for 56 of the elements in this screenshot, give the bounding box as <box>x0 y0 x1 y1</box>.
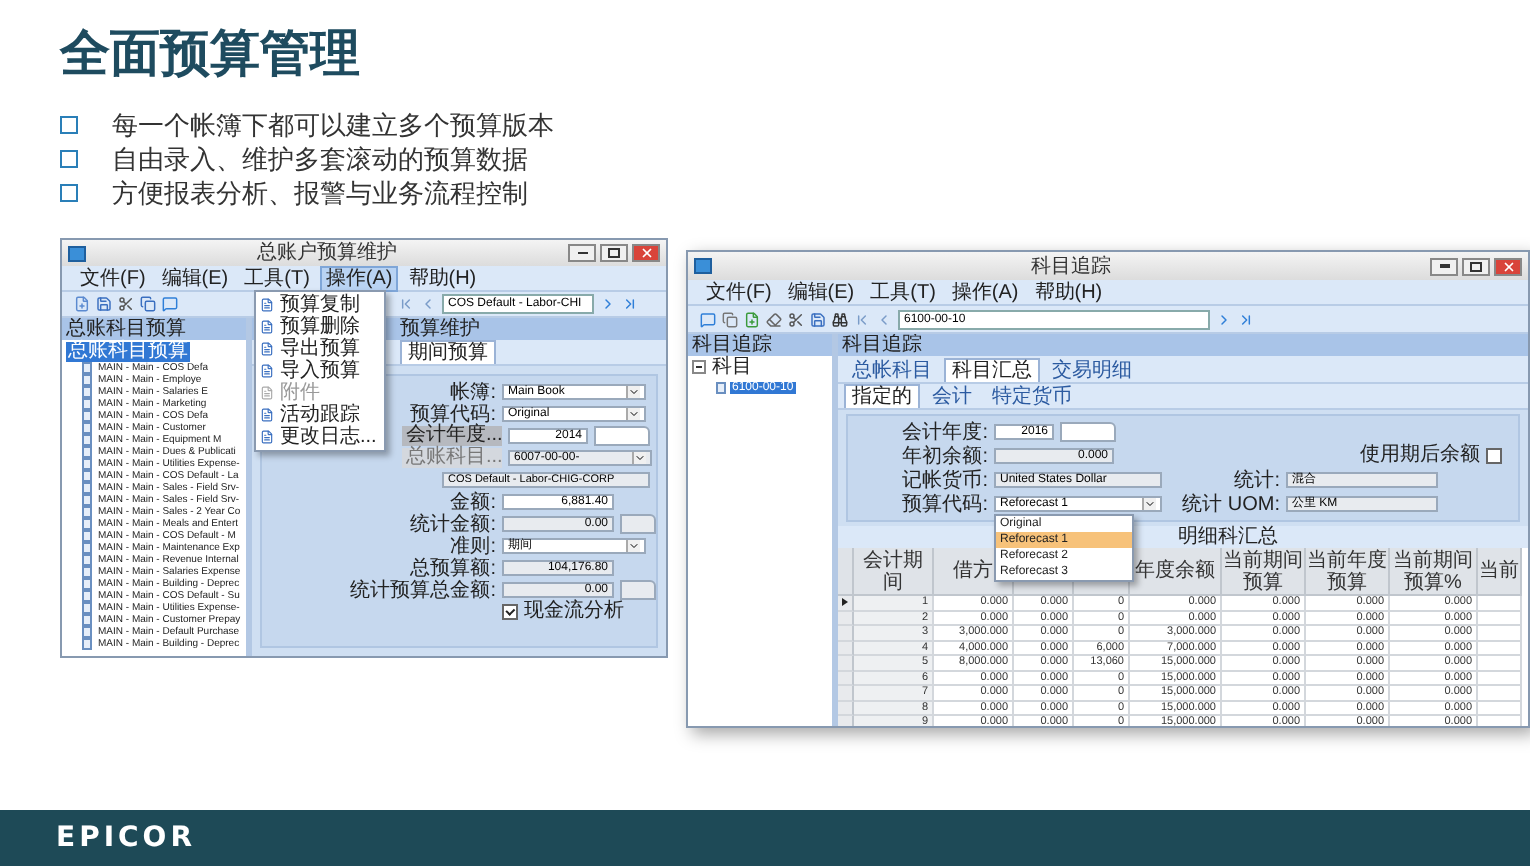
column-header: 当前 <box>1478 548 1522 596</box>
field-label: 年初余额: <box>900 445 988 467</box>
field-label: 统计 UOM: <box>1180 493 1280 515</box>
logo: EPICOR <box>56 822 196 854</box>
column-header: 当前期间预算 <box>1222 548 1306 596</box>
bullet-text: 自由录入、维护多套滚动的预算数据 <box>112 141 528 177</box>
window-title: 总账户预算维护 <box>257 242 397 264</box>
panel-header: 总账科目预算 <box>62 318 246 340</box>
menu-item[interactable]: 导出预算 <box>256 338 385 360</box>
menu-item[interactable]: 活动跟踪 <box>256 404 385 426</box>
field-label: 统计: <box>1232 469 1280 491</box>
field-label: 记帐货币: <box>900 469 988 491</box>
tab[interactable]: 特定货币 <box>984 384 1080 408</box>
menu-item[interactable]: 工具(T) <box>238 265 316 291</box>
column-header: 会计期间 <box>854 548 934 596</box>
menu-item[interactable]: 操作(A) <box>945 279 1025 305</box>
panel-header: 科目追踪 <box>838 334 1528 356</box>
field-label: 预算代码: <box>410 403 496 425</box>
bullet-text: 每一个帐簿下都可以建立多个预算版本 <box>112 107 554 143</box>
window-title: 科目追踪 <box>1031 255 1111 277</box>
menu-item[interactable]: 帮助(H) <box>1028 279 1109 305</box>
tab[interactable]: 期间预算 <box>400 340 496 364</box>
fiscal-year-button[interactable]: 会计年度... <box>402 426 502 446</box>
column-header: 当前年度预算 <box>1306 548 1390 596</box>
checkbox-label: 现金流分析 <box>524 602 624 622</box>
column-header: 当前期间预算% <box>1390 548 1478 596</box>
tab[interactable]: 交易明细 <box>1044 358 1140 382</box>
tab[interactable]: 指定的 <box>844 384 920 408</box>
menu-item[interactable]: 帮助(H) <box>402 265 483 291</box>
slide-title: 全面预算管理 <box>60 24 362 84</box>
field-label: 预算代码: <box>900 493 988 515</box>
menu-item[interactable]: 文件(F) <box>700 279 778 305</box>
tab[interactable]: 总帐科目 <box>844 358 940 382</box>
field-label: 总预算额: <box>410 557 496 579</box>
field-label: 金额: <box>450 491 496 513</box>
menu-item[interactable]: 导入预算 <box>256 360 385 382</box>
field-label: 准则: <box>450 535 496 557</box>
field-label: 统计金额: <box>410 513 496 535</box>
bullet-text: 方便报表分析、报警与业务流程控制 <box>112 175 528 211</box>
field-label: 会计年度: <box>900 421 988 443</box>
tab[interactable]: 会计 <box>924 384 980 408</box>
menu-item[interactable]: 工具(T) <box>864 279 942 305</box>
field-label: 统计预算总金额: <box>350 579 496 601</box>
checkbox-label: 使用期后余额 <box>1360 446 1480 466</box>
menu-item[interactable]: 操作(A) <box>319 265 399 291</box>
column-header: 年度余额 <box>1130 548 1222 596</box>
menu-item[interactable]: 预算删除 <box>256 316 385 338</box>
menu-item[interactable]: 文件(F) <box>74 265 152 291</box>
tree-item[interactable]: 科目 <box>710 357 754 377</box>
tab[interactable]: 科目汇总 <box>944 358 1040 382</box>
menu-item[interactable]: 编辑(E) <box>155 265 235 291</box>
field-label: 帐簿: <box>450 381 496 403</box>
menu-item[interactable]: 更改日志... <box>256 426 385 448</box>
panel-header: 科目追踪 <box>688 334 832 356</box>
menu-item[interactable]: 编辑(E) <box>781 279 861 305</box>
menu-item[interactable]: 预算复制 <box>256 294 385 316</box>
